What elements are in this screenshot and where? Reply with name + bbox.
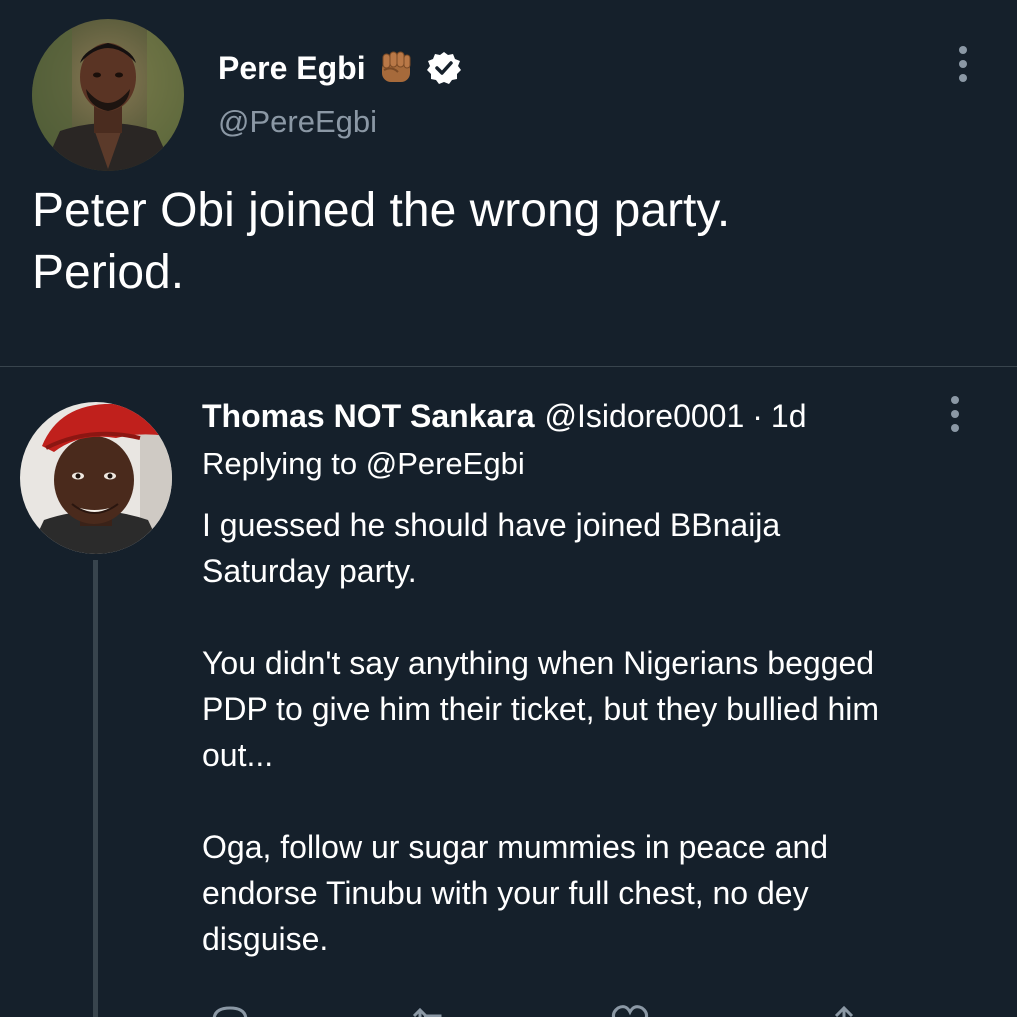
- pere-egbi-avatar[interactable]: [32, 19, 184, 171]
- reply-header: Thomas NOT Sankara @Isidore0001 · 1d: [202, 394, 807, 438]
- reply-timestamp[interactable]: 1d: [771, 398, 807, 435]
- avatar-photo-icon: [20, 402, 172, 554]
- reply-author-name[interactable]: Thomas NOT Sankara: [202, 398, 535, 435]
- main-tweet-author-name[interactable]: Pere Egbi: [218, 50, 366, 87]
- reply-author-handle[interactable]: @Isidore0001: [545, 398, 745, 435]
- replying-to-label: Replying to: [202, 446, 366, 481]
- thread-connector-line: [93, 560, 98, 1017]
- tweet-thread-view: Pere Egbi @PereEgbi Peter Obi joined the…: [0, 0, 1017, 1017]
- share-icon[interactable]: [822, 1002, 866, 1017]
- main-tweet-author-row: Pere Egbi: [218, 44, 462, 92]
- reply-paragraph: Oga, follow ur sugar mummies in peace an…: [202, 829, 829, 957]
- verified-badge-icon: [426, 50, 462, 86]
- retweet-icon[interactable]: [408, 1002, 452, 1017]
- more-options-icon[interactable]: [945, 394, 965, 438]
- header-separator: ·: [752, 397, 763, 434]
- tweet-divider: [0, 366, 1017, 367]
- main-tweet-author-handle[interactable]: @PereEgbi: [218, 104, 377, 140]
- more-options-icon[interactable]: [953, 44, 973, 88]
- reply-paragraph: You didn't say anything when Nigerians b…: [202, 645, 880, 773]
- reply-paragraph: I guessed he should have joined BBnaija …: [202, 507, 781, 589]
- raised-fist-emoji-icon: [376, 48, 416, 88]
- reply-action-bar: [202, 1002, 902, 1017]
- replying-to-line: Replying to @PereEgbi: [202, 446, 525, 482]
- avatar-photo-icon: [32, 19, 184, 171]
- reply-text: I guessed he should have joined BBnaija …: [202, 502, 1002, 1008]
- reply-comment-icon[interactable]: [208, 1002, 252, 1017]
- like-heart-icon[interactable]: [608, 1002, 652, 1017]
- main-tweet-text: Peter Obi joined the wrong party. Period…: [32, 184, 731, 299]
- thomas-sankara-avatar[interactable]: [20, 402, 172, 554]
- replying-to-handle-link[interactable]: @PereEgbi: [366, 446, 525, 481]
